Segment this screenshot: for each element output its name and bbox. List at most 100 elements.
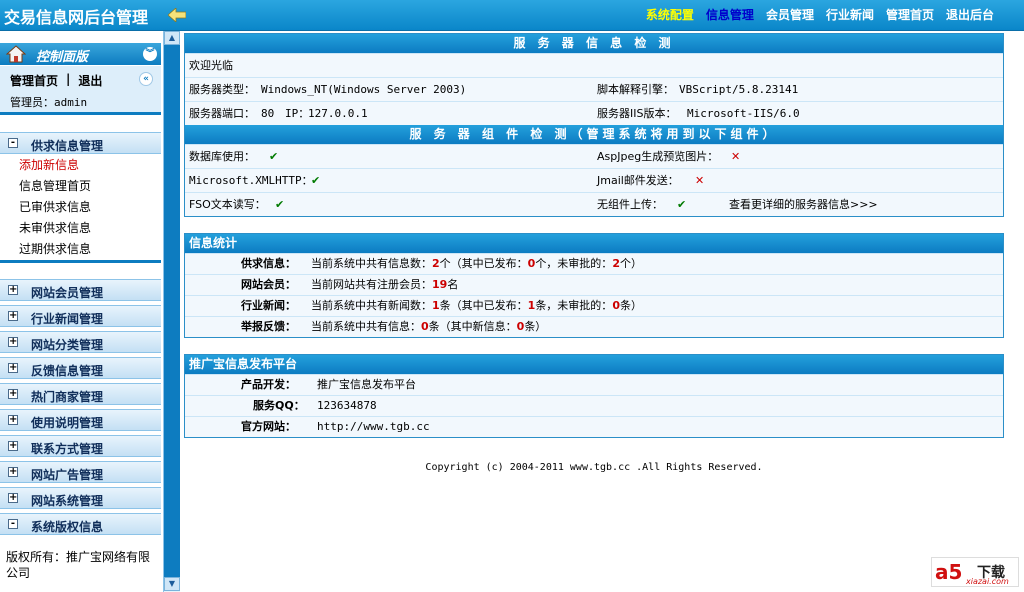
menu-group-system[interactable]: + 网站系统管理 bbox=[0, 487, 161, 509]
menu-group-ads[interactable]: + 网站广告管理 bbox=[0, 461, 161, 483]
port-value: 80 bbox=[261, 107, 275, 120]
site-label: 官方网站： bbox=[241, 420, 296, 433]
more-server-info-link[interactable]: 查看更详细的服务器信息>>> bbox=[729, 193, 878, 216]
check-icon: ✔ bbox=[311, 174, 321, 187]
report-stat-label: 举报反馈： bbox=[241, 320, 296, 333]
nav-admin-home[interactable]: 管理首页 bbox=[886, 6, 934, 23]
nav-member-manage[interactable]: 会员管理 bbox=[766, 6, 814, 23]
copyright-footer: Copyright (c) 2004-2011 www.tgb.cc .All … bbox=[425, 462, 763, 473]
server-type-value: Windows_NT(Windows Server 2003) bbox=[261, 83, 467, 96]
server-type-label: 服务器类型： bbox=[189, 83, 255, 96]
link-separator: | bbox=[66, 72, 71, 86]
scroll-thumb[interactable] bbox=[164, 45, 180, 577]
submenu-unapproved[interactable]: 未审供求信息 bbox=[0, 218, 161, 239]
aspjpeg-label: AspJpeg生成预览图片： bbox=[597, 150, 719, 163]
welcome-text: 欢迎光临 bbox=[189, 59, 233, 72]
logo-brand: a5 bbox=[935, 560, 963, 584]
supply-submenu: 添加新信息 信息管理首页 已审供求信息 未审供求信息 过期供求信息 bbox=[0, 155, 161, 263]
table-row: 欢迎光临 bbox=[185, 53, 1003, 77]
sidebar-logout-link[interactable]: 退出 bbox=[78, 72, 102, 89]
collapse-box-icon: - bbox=[8, 519, 18, 529]
nav-info-manage[interactable]: 信息管理 bbox=[706, 6, 754, 23]
main-content: 服 务 器 信 息 检 测 欢迎光临 服务器类型： Windows_NT(Win… bbox=[184, 33, 1004, 438]
menu-group-news[interactable]: + 行业新闻管理 bbox=[0, 305, 161, 327]
copyright-text: 版权所有：推广宝网络有限公司 bbox=[6, 550, 151, 580]
fso-label: FSO文本读写： bbox=[189, 198, 266, 211]
sidebar: 控制面版 ︾ 管理首页 | 退出 « 管理员：admin - 供求信息管理 添加… bbox=[0, 33, 161, 592]
submenu-approved[interactable]: 已审供求信息 bbox=[0, 197, 161, 218]
menu-group-merchant[interactable]: + 热门商家管理 bbox=[0, 383, 161, 405]
home-icon bbox=[6, 45, 26, 63]
site-value[interactable]: http://www.tgb.cc bbox=[317, 417, 430, 437]
menu-group-contact[interactable]: + 联系方式管理 bbox=[0, 435, 161, 457]
news-pending: 0 bbox=[612, 299, 620, 312]
control-panel-header: 控制面版 ︾ bbox=[0, 43, 161, 65]
back-arrow-icon[interactable] bbox=[168, 8, 186, 22]
sidebar-home-link[interactable]: 管理首页 bbox=[10, 72, 58, 89]
nav-system-config[interactable]: 系统配置 bbox=[646, 6, 694, 23]
collapse-left-icon[interactable]: « bbox=[139, 72, 153, 86]
control-panel-title: 控制面版 bbox=[36, 50, 89, 65]
check-icon: ✔ bbox=[677, 198, 687, 211]
table-row: 服务QQ： 123634878 bbox=[185, 395, 1003, 416]
expand-box-icon: + bbox=[8, 336, 18, 347]
scroll-down-icon[interactable]: ▼ bbox=[164, 577, 180, 591]
menu-group-feedback[interactable]: + 反馈信息管理 bbox=[0, 357, 161, 379]
collapse-box-icon: - bbox=[8, 138, 18, 148]
expand-box-icon: + bbox=[8, 440, 18, 451]
expand-box-icon: + bbox=[8, 284, 18, 295]
expand-box-icon: + bbox=[8, 466, 18, 477]
sidebar-scrollbar[interactable]: ▲ ▼ bbox=[163, 31, 180, 592]
member-count: 19 bbox=[432, 278, 448, 291]
xmlhttp-label: Microsoft.XMLHTTP： bbox=[189, 174, 313, 187]
submenu-add-info[interactable]: 添加新信息 bbox=[0, 155, 161, 176]
menu-group-supply[interactable]: - 供求信息管理 bbox=[0, 132, 161, 154]
stats-title: 信息统计 bbox=[185, 234, 1003, 253]
top-header-bar: 交易信息网后台管理 系统配置 信息管理 会员管理 行业新闻 管理首页 退出后台 bbox=[0, 0, 1024, 31]
news-stat-label: 行业新闻： bbox=[241, 299, 296, 312]
news-stat-text: 当前系统中共有新闻数：1条（其中已发布：1条，未审批的：0条） bbox=[311, 299, 642, 312]
menu-group-member[interactable]: + 网站会员管理 bbox=[0, 279, 161, 301]
member-stat-label: 网站会员： bbox=[241, 278, 296, 291]
logo-site: xiazai.com bbox=[966, 577, 1009, 586]
jmail-label: Jmail邮件发送： bbox=[597, 174, 679, 187]
report-total: 0 bbox=[421, 320, 429, 333]
qq-value: 123634878 bbox=[317, 399, 377, 412]
script-engine-label: 脚本解释引擎： bbox=[597, 83, 674, 96]
supply-pending: 2 bbox=[612, 257, 620, 270]
expand-box-icon: + bbox=[8, 492, 18, 503]
table-row: 举报反馈： 当前系统中共有信息：0条（其中新信息：0条） bbox=[185, 316, 1003, 337]
ip-label: IP： bbox=[285, 107, 310, 120]
components-title: 服 务 器 组 件 检 测（管理系统将用到以下组件） bbox=[185, 125, 1003, 144]
check-icon: ✔ bbox=[275, 198, 285, 211]
table-row: 行业新闻： 当前系统中共有新闻数：1条（其中已发布：1条，未审批的：0条） bbox=[185, 295, 1003, 316]
admin-box: 管理首页 | 退出 « 管理员：admin bbox=[0, 66, 161, 115]
table-row: 供求信息： 当前系统中共有信息数：2个（其中已发布：0个，未审批的：2个） bbox=[185, 253, 1003, 274]
report-stat-text: 当前系统中共有信息：0条（其中新信息：0条） bbox=[311, 320, 547, 333]
cross-icon: ✕ bbox=[731, 150, 741, 163]
menu-group-category[interactable]: + 网站分类管理 bbox=[0, 331, 161, 353]
supply-stat-text: 当前系统中共有信息数：2个（其中已发布：0个，未审批的：2个） bbox=[311, 257, 642, 270]
ip-value: 127.0.0.1 bbox=[308, 107, 368, 120]
expand-box-icon: + bbox=[8, 362, 18, 373]
app-title: 交易信息网后台管理 bbox=[4, 8, 149, 27]
member-stat-text: 当前网站共有注册会员：19名 bbox=[311, 278, 459, 291]
nav-logout[interactable]: 退出后台 bbox=[946, 6, 994, 23]
platform-title: 推广宝信息发布平台 bbox=[185, 355, 1003, 374]
nocomp-upload-label: 无组件上传： bbox=[597, 198, 663, 211]
nav-industry-news[interactable]: 行业新闻 bbox=[826, 6, 874, 23]
check-icon: ✔ bbox=[269, 150, 279, 163]
script-engine-value: VBScript/5.8.23141 bbox=[679, 83, 799, 96]
submenu-info-home[interactable]: 信息管理首页 bbox=[0, 176, 161, 197]
supply-total: 2 bbox=[432, 257, 440, 270]
table-row: 数据库使用： ✔ AspJpeg生成预览图片： ✕ bbox=[185, 144, 1003, 168]
submenu-expired[interactable]: 过期供求信息 bbox=[0, 239, 161, 260]
menu-group-usage[interactable]: + 使用说明管理 bbox=[0, 409, 161, 431]
dev-value: 推广宝信息发布平台 bbox=[317, 378, 416, 391]
expand-box-icon: + bbox=[8, 388, 18, 399]
table-row: 服务器端口： 80 IP： 127.0.0.1 服务器IIS版本： Micros… bbox=[185, 101, 1003, 125]
menu-group-copyright[interactable]: - 系统版权信息 bbox=[0, 513, 161, 535]
scroll-up-icon[interactable]: ▲ bbox=[164, 31, 180, 45]
expand-box-icon: + bbox=[8, 414, 18, 425]
collapse-panel-icon[interactable]: ︾ bbox=[143, 47, 157, 61]
